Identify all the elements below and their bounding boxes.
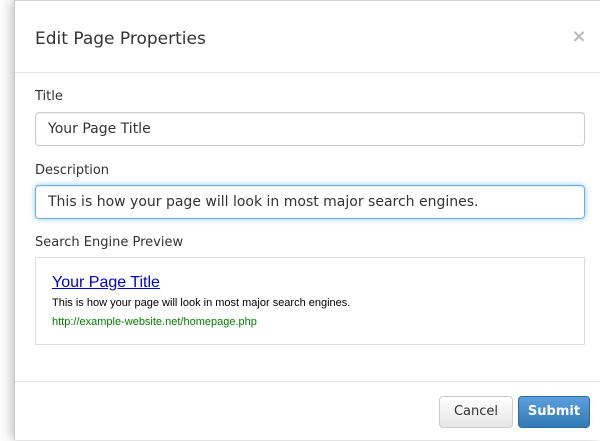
description-label: Description — [35, 163, 110, 178]
close-icon[interactable]: × — [569, 26, 589, 48]
submit-button[interactable]: Submit — [518, 396, 590, 428]
cancel-button[interactable]: Cancel — [439, 396, 513, 428]
dialog-title: Edit Page Properties — [35, 29, 206, 49]
dialog-footer: Cancel Submit — [15, 381, 600, 441]
search-engine-preview: Your Page Title This is how your page wi… — [35, 257, 585, 345]
preview-title-link[interactable]: Your Page Title — [52, 274, 160, 292]
title-input[interactable] — [35, 112, 585, 146]
title-label: Title — [35, 89, 63, 104]
search-engine-preview-label: Search Engine Preview — [35, 235, 184, 250]
edit-page-properties-dialog: Edit Page Properties × Title Description… — [14, 0, 600, 440]
dialog-header: Edit Page Properties × — [15, 1, 600, 73]
description-input[interactable] — [35, 185, 585, 219]
preview-url: http://example-website.net/homepage.php — [52, 316, 257, 328]
preview-description: This is how your page will look in most … — [52, 297, 351, 309]
